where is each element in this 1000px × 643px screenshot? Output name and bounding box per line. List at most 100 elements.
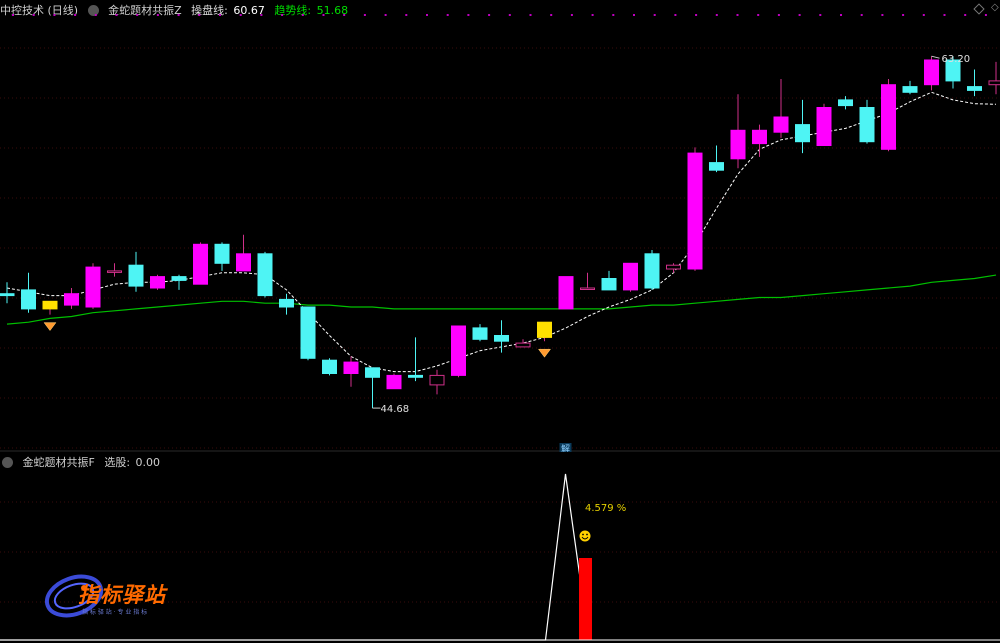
candle-body bbox=[300, 306, 316, 359]
candle-body bbox=[64, 293, 79, 306]
top-marker-dot bbox=[550, 14, 553, 16]
candle-body bbox=[494, 335, 509, 342]
top-marker-dot bbox=[798, 14, 801, 16]
candle-body bbox=[709, 162, 724, 171]
top-marker-dot bbox=[612, 14, 615, 16]
top-marker-dot bbox=[94, 14, 97, 16]
top-marker-dot bbox=[984, 14, 987, 16]
top-marker-dot bbox=[156, 14, 159, 16]
top-marker-dot bbox=[653, 14, 656, 16]
low-label: 44.68 bbox=[381, 404, 410, 415]
candle-body bbox=[881, 84, 896, 150]
top-marker-dot bbox=[508, 14, 511, 16]
candle-body bbox=[859, 107, 875, 143]
watermark-title: 指标驿站 bbox=[78, 583, 166, 607]
top-marker-dot bbox=[198, 14, 201, 16]
top-marker-dot bbox=[488, 14, 491, 16]
candle-body bbox=[365, 367, 380, 378]
candle-body bbox=[236, 253, 251, 272]
candle-body bbox=[730, 129, 746, 160]
top-marker-dot bbox=[467, 14, 470, 16]
top-marker-dot bbox=[591, 14, 594, 16]
price-chart: 63.20 44.68 解 bbox=[0, 14, 1000, 452]
top-marker-dot bbox=[633, 14, 635, 16]
candle-body bbox=[924, 59, 939, 86]
candle-body bbox=[279, 298, 294, 308]
top-marker-dot bbox=[881, 14, 884, 16]
candle-body bbox=[107, 270, 122, 273]
top-marker-dot bbox=[301, 14, 304, 16]
top-marker-dot bbox=[715, 14, 718, 16]
select-bar bbox=[579, 558, 592, 640]
candle-body bbox=[408, 374, 423, 378]
top-marker-dot bbox=[363, 14, 366, 16]
smile-eye bbox=[582, 533, 584, 536]
candle-body bbox=[128, 264, 144, 287]
top-marker-dot bbox=[239, 14, 242, 16]
candle-body bbox=[343, 361, 359, 375]
candle-body bbox=[85, 266, 101, 308]
candle-body bbox=[214, 243, 230, 264]
candle-body bbox=[644, 253, 660, 289]
candle-body bbox=[537, 321, 552, 338]
top-marker-dot bbox=[74, 14, 77, 16]
top-marker-dot bbox=[219, 14, 221, 16]
top-marker-dot bbox=[943, 14, 946, 16]
top-marker-dot bbox=[115, 14, 118, 16]
signal-diamond-icon bbox=[43, 322, 57, 332]
candle-body bbox=[515, 342, 531, 348]
candle-body bbox=[988, 80, 1000, 86]
top-marker-dot bbox=[819, 14, 822, 16]
candle-body bbox=[193, 243, 208, 285]
top-marker-dot bbox=[529, 14, 532, 16]
candle-body bbox=[472, 327, 488, 340]
top-marker-dot bbox=[674, 14, 677, 16]
candle-body bbox=[0, 293, 15, 297]
candle-body bbox=[601, 278, 617, 291]
candle-body bbox=[838, 99, 853, 107]
top-marker-dot bbox=[840, 14, 842, 16]
top-marker-dot bbox=[777, 14, 780, 16]
high-pointer bbox=[931, 55, 940, 59]
top-marker-dot bbox=[902, 14, 905, 16]
top-marker-dot bbox=[736, 14, 739, 16]
top-marker-dot bbox=[570, 14, 573, 16]
candle-body bbox=[150, 276, 165, 289]
candle-body bbox=[171, 276, 187, 281]
top-marker-dot bbox=[322, 14, 325, 16]
candle-body bbox=[257, 253, 273, 297]
candle-body bbox=[902, 86, 918, 93]
smile-face-icon bbox=[579, 530, 591, 542]
top-marker-dot bbox=[695, 14, 698, 16]
candle-body bbox=[42, 300, 58, 310]
candle-body bbox=[967, 86, 982, 91]
top-marker-dot bbox=[426, 14, 428, 16]
candle-body bbox=[773, 116, 789, 133]
candle-body bbox=[752, 129, 767, 145]
top-marker-dot bbox=[922, 14, 925, 16]
candle-body bbox=[580, 287, 595, 290]
candle-body bbox=[322, 359, 337, 375]
candle-body bbox=[666, 264, 681, 270]
smile-eye bbox=[586, 533, 588, 536]
candle-body bbox=[21, 289, 36, 310]
candle-body bbox=[816, 107, 832, 146]
top-marker-dot bbox=[757, 14, 760, 16]
high-label: 63.20 bbox=[942, 54, 971, 65]
candle-body bbox=[687, 152, 703, 270]
candle-body bbox=[429, 374, 445, 386]
jie-label: 解 bbox=[561, 443, 570, 452]
signal-diamond-icon bbox=[538, 348, 551, 358]
candle-body bbox=[795, 124, 810, 143]
top-marker-dot bbox=[964, 14, 967, 16]
top-marker-dot bbox=[177, 14, 180, 16]
candle-body bbox=[451, 325, 466, 376]
top-marker-dot bbox=[12, 14, 14, 16]
watermark-subtitle: 指 标 驿 站 · 专 业 指 标 bbox=[82, 609, 148, 616]
top-marker-dot bbox=[446, 14, 449, 16]
top-marker-dot bbox=[343, 14, 346, 16]
top-marker-dot bbox=[384, 14, 387, 16]
top-marker-dot bbox=[405, 14, 408, 16]
candle-body bbox=[558, 276, 574, 310]
top-marker-dot bbox=[136, 14, 139, 16]
